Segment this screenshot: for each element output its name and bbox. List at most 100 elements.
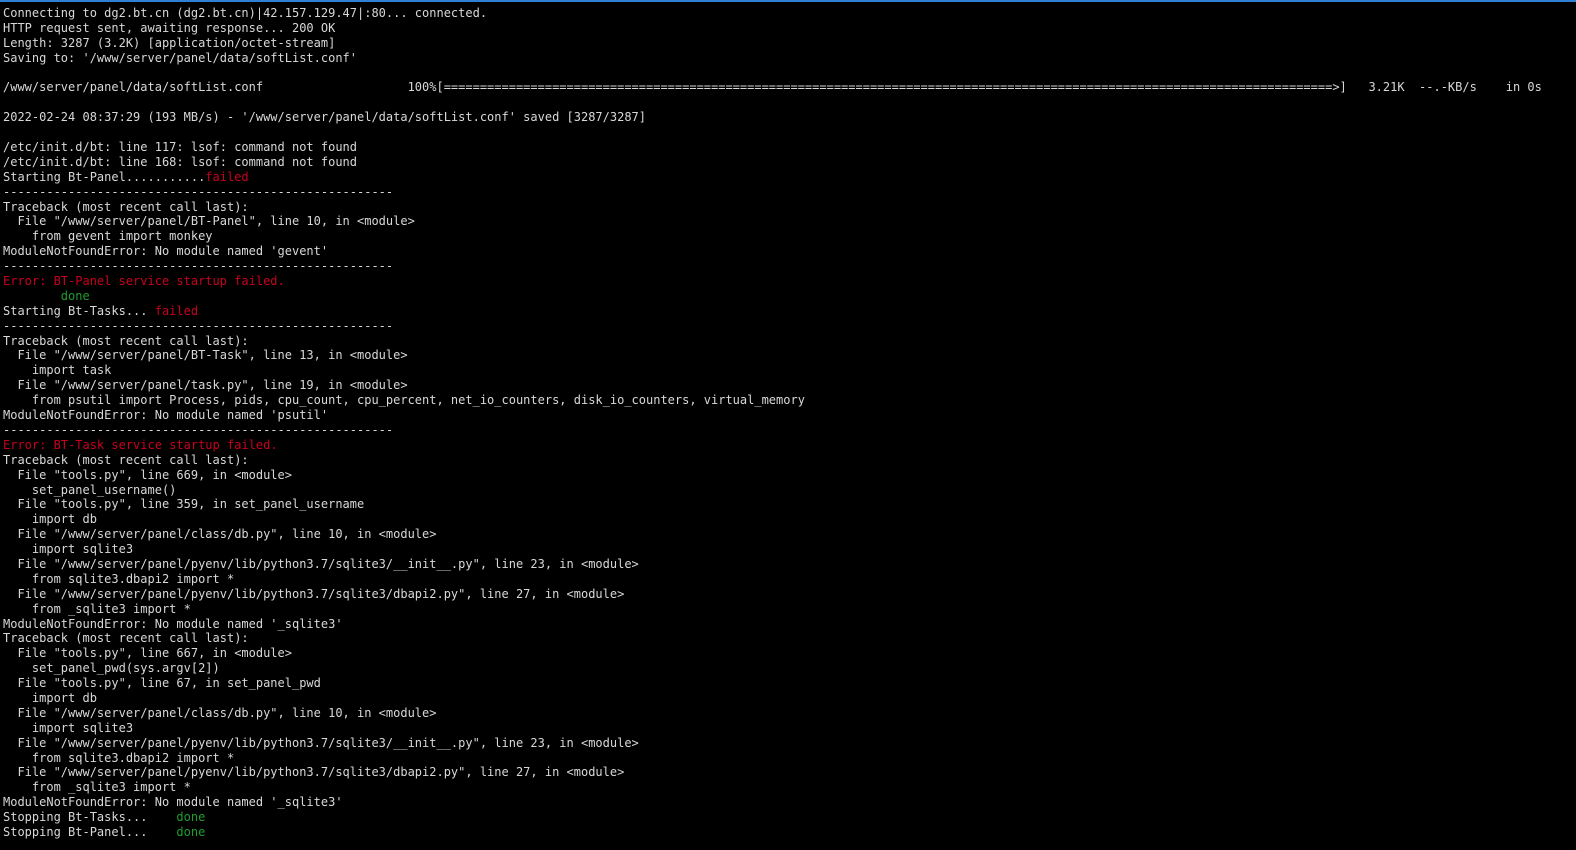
- error-text: failed: [154, 303, 199, 318]
- terminal-text: Traceback (most recent call last):: [3, 333, 249, 348]
- terminal-line: File "tools.py", line 359, in set_panel_…: [3, 497, 1573, 512]
- terminal-line: File "/www/server/panel/pyenv/lib/python…: [3, 587, 1573, 602]
- terminal-line: Error: BT-Panel service startup failed.: [3, 274, 1573, 289]
- terminal-line: Starting Bt-Tasks... failed: [3, 304, 1573, 319]
- terminal-line: 2022-02-24 08:37:29 (193 MB/s) - '/www/s…: [3, 110, 1573, 125]
- terminal-line: File "/www/server/panel/task.py", line 1…: [3, 378, 1573, 393]
- terminal-text: set_panel_username(): [3, 482, 177, 497]
- terminal-line: ----------------------------------------…: [3, 185, 1573, 200]
- terminal-text: from _sqlite3 import *: [3, 780, 191, 795]
- status-done-text: done: [60, 288, 90, 303]
- terminal-line: set_panel_username(): [3, 483, 1573, 498]
- terminal-text: Starting Bt-Tasks...: [3, 303, 155, 318]
- terminal-text: ----------------------------------------…: [3, 318, 394, 333]
- terminal-line: from sqlite3.dbapi2 import *: [3, 572, 1573, 587]
- terminal-line: File "tools.py", line 669, in <module>: [3, 468, 1573, 483]
- terminal-line: File "tools.py", line 67, in set_panel_p…: [3, 676, 1573, 691]
- terminal-line: import db: [3, 691, 1573, 706]
- terminal-text: import db: [3, 512, 97, 527]
- terminal-line: File "/www/server/panel/class/db.py", li…: [3, 706, 1573, 721]
- terminal-text: from psutil import Process, pids, cpu_co…: [3, 393, 805, 408]
- terminal-line: ModuleNotFoundError: No module named '_s…: [3, 617, 1573, 632]
- terminal-line: File "/www/server/panel/pyenv/lib/python…: [3, 557, 1573, 572]
- terminal-line: File "/www/server/panel/pyenv/lib/python…: [3, 736, 1573, 751]
- terminal-text: import sqlite3: [3, 542, 134, 557]
- terminal-line: ModuleNotFoundError: No module named '_s…: [3, 795, 1573, 810]
- terminal-text: Starting Bt-Panel...........: [3, 169, 206, 184]
- terminal-text: Traceback (most recent call last):: [3, 631, 249, 646]
- terminal-line: Traceback (most recent call last):: [3, 200, 1573, 215]
- terminal-text: 2022-02-24 08:37:29 (193 MB/s) - '/www/s…: [3, 110, 646, 125]
- terminal-text: Traceback (most recent call last):: [3, 452, 249, 467]
- terminal-text: File "/www/server/panel/BT-Task", line 1…: [3, 348, 408, 363]
- terminal-text: Stopping Bt-Panel...: [3, 824, 177, 839]
- terminal-line: /www/server/panel/data/softList.conf 100…: [3, 80, 1573, 95]
- error-text: Error: BT-Task service startup failed.: [3, 437, 278, 452]
- terminal-text: /etc/init.d/bt: line 168: lsof: command …: [3, 154, 358, 169]
- terminal-line: Traceback (most recent call last):: [3, 334, 1573, 349]
- terminal-text: File "/www/server/panel/task.py", line 1…: [3, 378, 408, 393]
- terminal-line: from sqlite3.dbapi2 import *: [3, 751, 1573, 766]
- terminal-line: ----------------------------------------…: [3, 319, 1573, 334]
- terminal-text: File "tools.py", line 667, in <module>: [3, 646, 292, 661]
- terminal-text: Traceback (most recent call last):: [3, 199, 249, 214]
- terminal-text: Connecting to dg2.bt.cn (dg2.bt.cn)|42.1…: [3, 6, 488, 20]
- terminal-line: import sqlite3: [3, 721, 1573, 736]
- terminal-line: Connecting to dg2.bt.cn (dg2.bt.cn)|42.1…: [3, 6, 1573, 21]
- terminal-line: Traceback (most recent call last):: [3, 453, 1573, 468]
- terminal-text: import db: [3, 690, 97, 705]
- terminal-text: ----------------------------------------…: [3, 422, 394, 437]
- status-done-text: done: [176, 810, 206, 825]
- terminal-text: from sqlite3.dbapi2 import *: [3, 571, 235, 586]
- terminal-text: File "/www/server/panel/pyenv/lib/python…: [3, 765, 625, 780]
- terminal-text: File "/www/server/panel/pyenv/lib/python…: [3, 556, 639, 571]
- terminal-line: File "/www/server/panel/BT-Panel", line …: [3, 214, 1573, 229]
- error-text: failed: [205, 169, 249, 184]
- terminal-line: File "/www/server/panel/BT-Task", line 1…: [3, 348, 1573, 363]
- terminal-line: /etc/init.d/bt: line 168: lsof: command …: [3, 155, 1573, 170]
- terminal-line: /etc/init.d/bt: line 117: lsof: command …: [3, 140, 1573, 155]
- terminal-line: from _sqlite3 import *: [3, 602, 1573, 617]
- terminal-line: File "/www/server/panel/class/db.py", li…: [3, 527, 1573, 542]
- terminal-text: Length: 3287 (3.2K) [application/octet-s…: [3, 35, 336, 50]
- terminal-line: Starting Bt-Panel...........failed: [3, 170, 1573, 185]
- terminal-line: from gevent import monkey: [3, 229, 1573, 244]
- terminal-text: import task: [3, 363, 112, 378]
- terminal-line: done: [3, 289, 1573, 304]
- terminal-line: File "/www/server/panel/pyenv/lib/python…: [3, 765, 1573, 780]
- terminal-output[interactable]: Connecting to dg2.bt.cn (dg2.bt.cn)|42.1…: [3, 6, 1573, 840]
- terminal-line: ModuleNotFoundError: No module named 'ge…: [3, 244, 1573, 259]
- terminal-line: from _sqlite3 import *: [3, 780, 1573, 795]
- terminal-text: Saving to: '/www/server/panel/data/softL…: [3, 50, 358, 65]
- window-top-border: [0, 0, 1576, 2]
- terminal-text: File "/www/server/panel/class/db.py", li…: [3, 527, 437, 542]
- terminal-line: from psutil import Process, pids, cpu_co…: [3, 393, 1573, 408]
- terminal-line: set_panel_pwd(sys.argv[2]): [3, 661, 1573, 676]
- terminal-text: HTTP request sent, awaiting response... …: [3, 20, 336, 35]
- status-done-text: done: [176, 824, 206, 839]
- terminal-text: /etc/init.d/bt: line 117: lsof: command …: [3, 140, 358, 155]
- terminal-line: ----------------------------------------…: [3, 259, 1573, 274]
- terminal-line: Saving to: '/www/server/panel/data/softL…: [3, 51, 1573, 66]
- terminal-line: Stopping Bt-Tasks... done: [3, 810, 1573, 825]
- terminal-line: File "tools.py", line 667, in <module>: [3, 646, 1573, 661]
- terminal-line: ----------------------------------------…: [3, 423, 1573, 438]
- terminal-text: from gevent import monkey: [3, 229, 213, 244]
- terminal-text: File "tools.py", line 669, in <module>: [3, 467, 292, 482]
- terminal-text: File "/www/server/panel/BT-Panel", line …: [3, 214, 415, 229]
- terminal-line: Error: BT-Task service startup failed.: [3, 438, 1573, 453]
- terminal-line: import task: [3, 363, 1573, 378]
- terminal-text: Stopping Bt-Tasks...: [3, 810, 177, 825]
- terminal-text: ModuleNotFoundError: No module named 'ps…: [3, 408, 329, 423]
- terminal-text: File "/www/server/panel/pyenv/lib/python…: [3, 735, 639, 750]
- terminal-text: from _sqlite3 import *: [3, 601, 191, 616]
- terminal-text: from sqlite3.dbapi2 import *: [3, 750, 235, 765]
- terminal-text: File "tools.py", line 359, in set_panel_…: [3, 497, 365, 512]
- error-text: Error: BT-Panel service startup failed.: [3, 274, 285, 289]
- terminal-text: File "tools.py", line 67, in set_panel_p…: [3, 676, 321, 691]
- terminal-line: Stopping Bt-Panel... done: [3, 825, 1573, 840]
- terminal-text: ModuleNotFoundError: No module named '_s…: [3, 616, 343, 631]
- terminal-text: ----------------------------------------…: [3, 184, 394, 199]
